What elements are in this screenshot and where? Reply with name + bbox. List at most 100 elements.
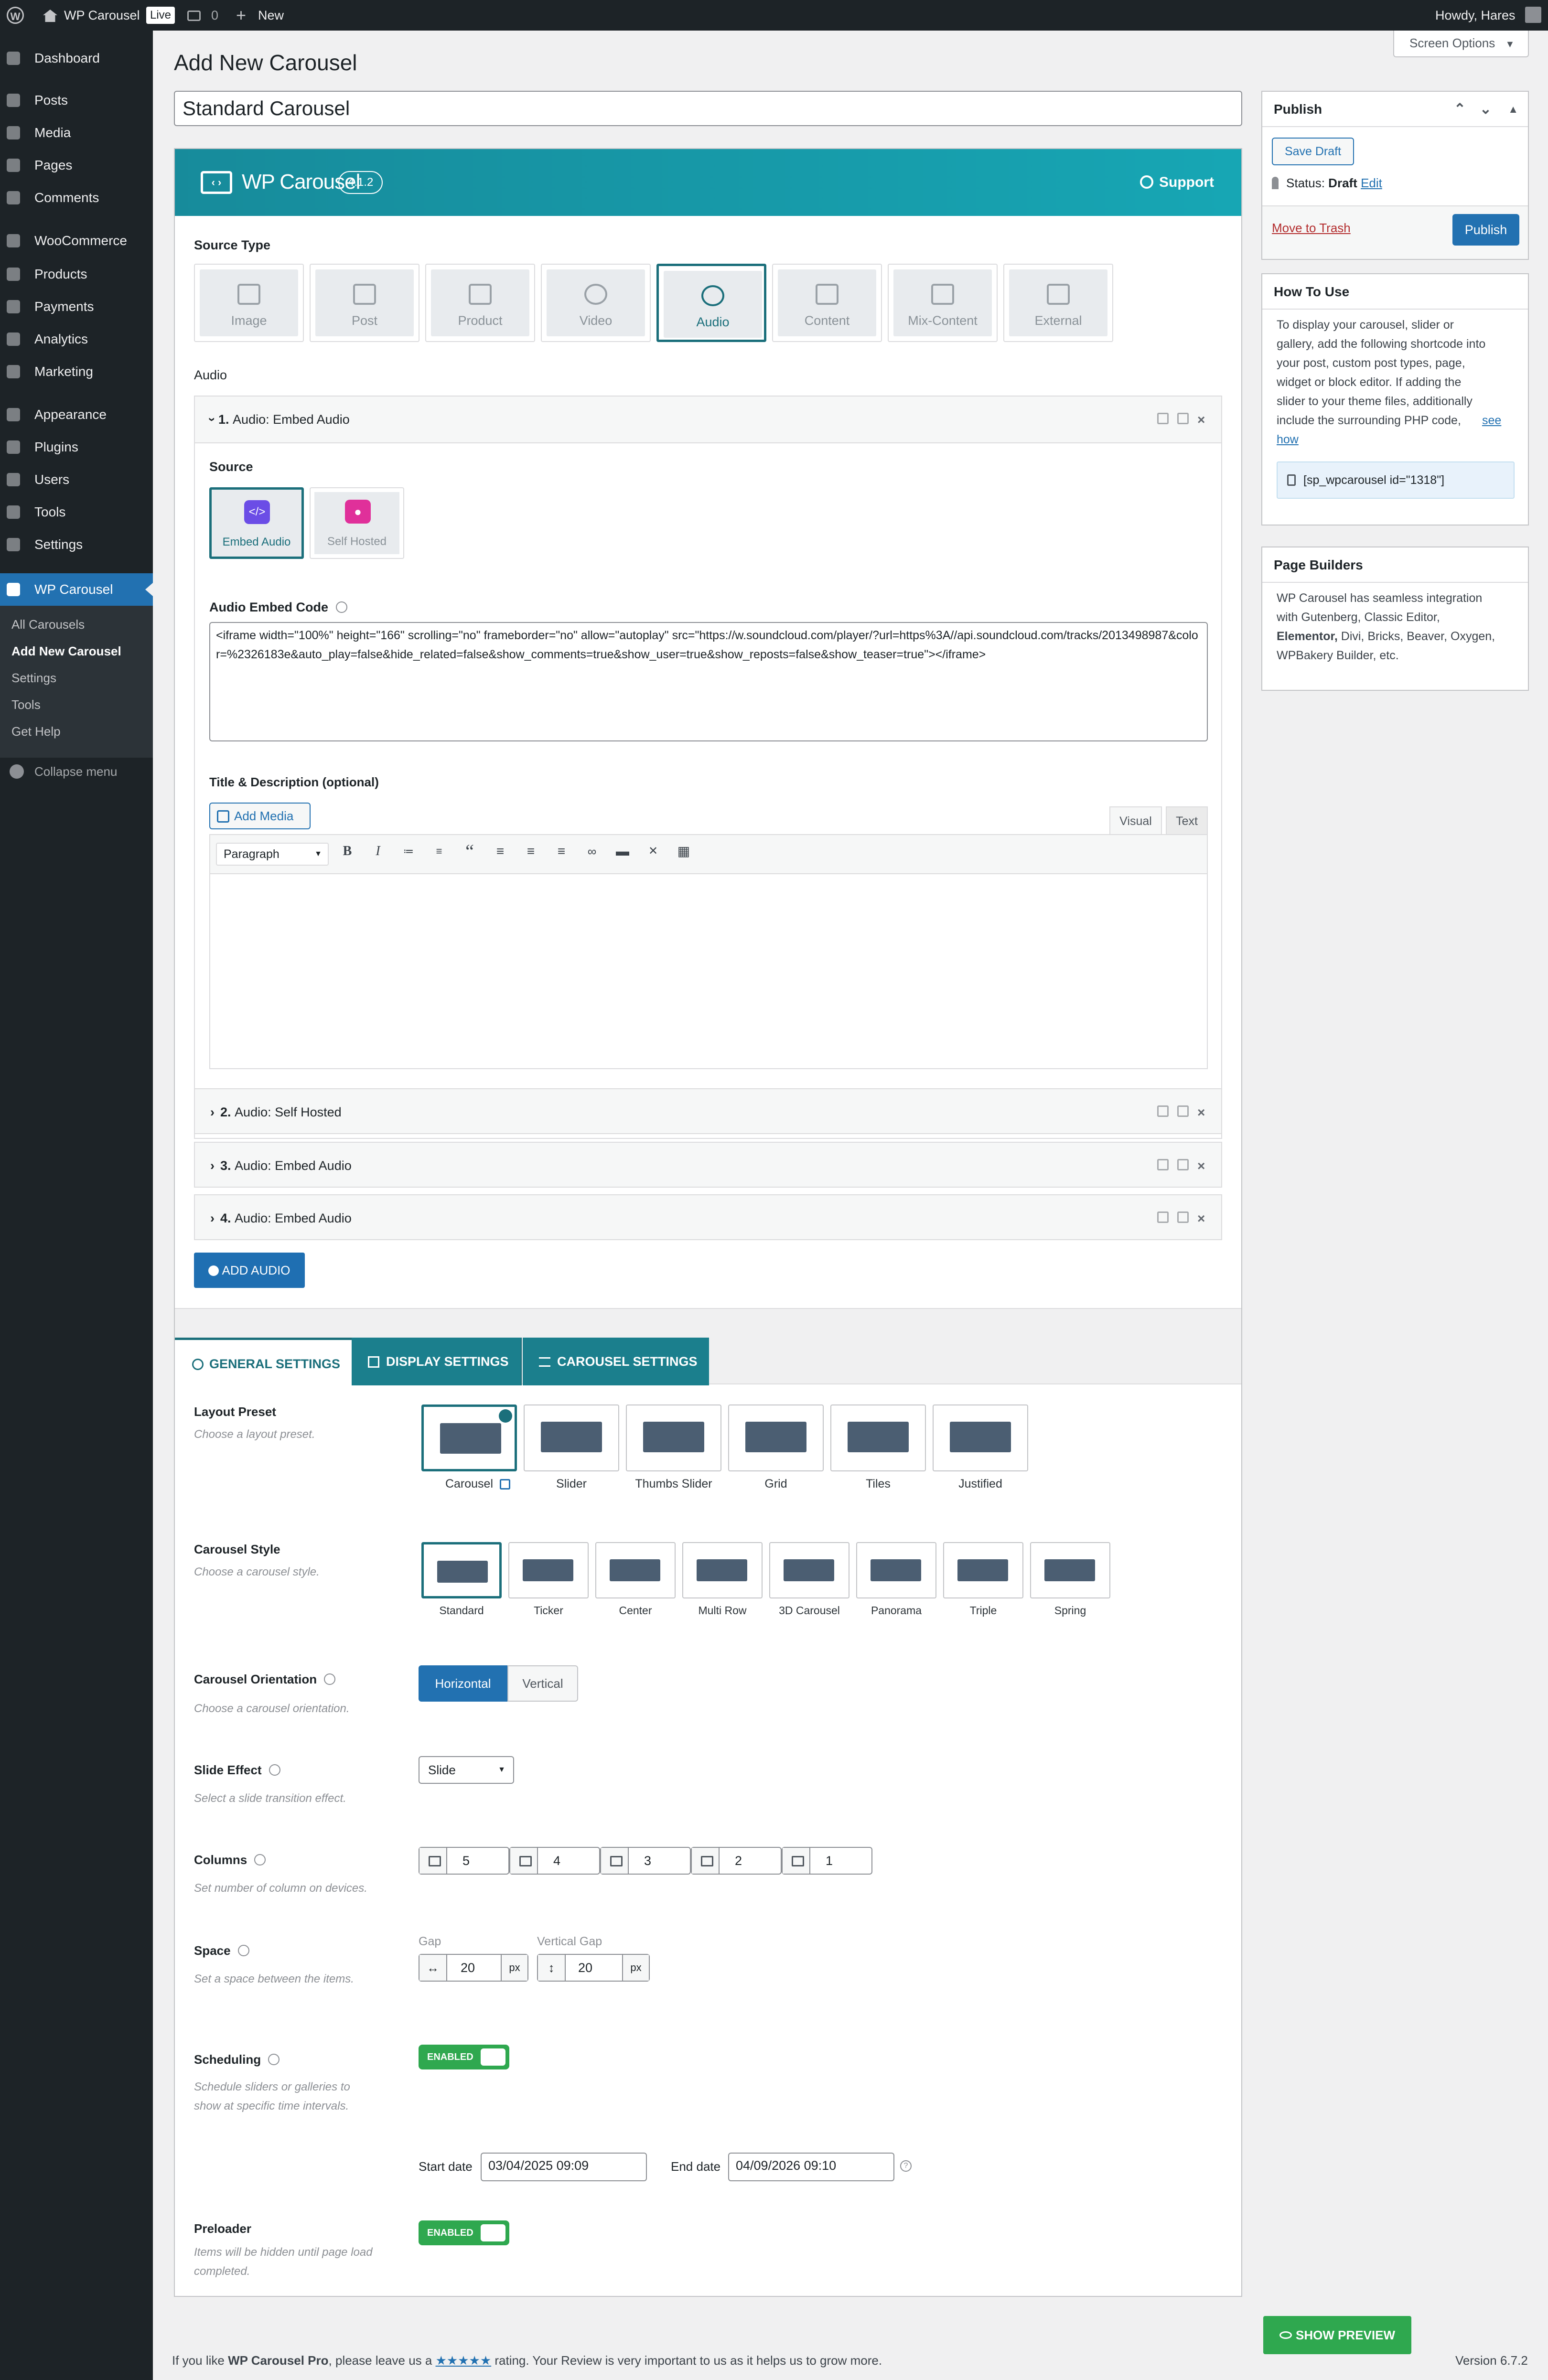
vertical-gap-input[interactable]: ↕ 20 px [537, 1954, 650, 1982]
scheduling-toggle[interactable]: ENABLED [419, 2045, 509, 2069]
sidebar-item-analytics[interactable]: Analytics [0, 323, 153, 355]
avatar[interactable] [1525, 7, 1541, 23]
layout-preset-grid[interactable] [728, 1404, 824, 1471]
home-icon[interactable] [43, 10, 57, 22]
sidebar-item-plugins[interactable]: Plugins [0, 431, 153, 463]
source-type-post[interactable]: Post [310, 264, 419, 342]
comment-icon[interactable] [187, 11, 201, 21]
clone-icon[interactable] [1177, 1105, 1189, 1117]
audio-item-4-header[interactable]: › 4. Audio: Embed Audio × [194, 1194, 1222, 1240]
remove-icon[interactable]: × [1197, 1212, 1209, 1225]
show-preview-button[interactable]: SHOW PREVIEW [1263, 2316, 1411, 2354]
audio-item-3-header[interactable]: › 3. Audio: Embed Audio × [194, 1142, 1222, 1188]
comments-count[interactable]: 0 [211, 0, 218, 31]
expand-icon[interactable] [1157, 1159, 1169, 1170]
sidebar-item-users[interactable]: Users [0, 463, 153, 496]
screen-options-button[interactable]: Screen Options ▼ [1393, 31, 1529, 57]
sidebar-item-media[interactable]: Media [0, 117, 153, 149]
move-down-icon[interactable]: ⌄ [1480, 92, 1492, 127]
publish-button[interactable]: Publish [1452, 214, 1519, 246]
save-draft-button[interactable]: Save Draft [1272, 138, 1354, 165]
clone-icon[interactable] [1177, 1159, 1189, 1170]
expand-icon[interactable] [1157, 1211, 1169, 1223]
submenu-tools[interactable]: Tools [11, 697, 41, 712]
columns-desktop[interactable]: 4 [509, 1847, 600, 1875]
support-link[interactable]: Support [1140, 171, 1214, 194]
link-icon[interactable]: ∞ [584, 843, 600, 859]
carousel-style-center[interactable] [595, 1542, 676, 1598]
add-audio-button[interactable]: ADD AUDIO [194, 1253, 305, 1288]
shortcode-box[interactable]: [sp_wpcarousel id="1318"] [1277, 461, 1515, 499]
source-type-mix-content[interactable]: Mix-Content [888, 264, 998, 342]
sidebar-item-products[interactable]: Products [0, 258, 153, 290]
bullet-list-icon[interactable]: ≔ [400, 843, 417, 859]
gap-input[interactable]: ↔ 20 px [419, 1954, 528, 1982]
audio-item-1-header[interactable]: ›1. Audio: Embed Audio × [194, 396, 1222, 443]
italic-icon[interactable]: I [370, 843, 386, 859]
tab-general-settings[interactable]: GENERAL SETTINGS [175, 1338, 352, 1385]
see-how-link[interactable]: see [1482, 414, 1501, 428]
clone-icon[interactable] [1177, 1211, 1189, 1223]
source-type-content[interactable]: Content [772, 264, 882, 342]
read-more-icon[interactable]: ▬ [614, 843, 631, 859]
end-date-input[interactable]: 04/09/2026 09:10 [728, 2153, 894, 2181]
source-embed-audio[interactable]: </> Embed Audio [209, 487, 304, 559]
columns-large-desktop[interactable]: 5 [419, 1847, 509, 1875]
carousel-style-spring[interactable] [1030, 1542, 1110, 1598]
move-up-icon[interactable]: ⌃ [1454, 92, 1466, 127]
new-content-link[interactable]: New [258, 0, 284, 31]
carousel-style-3d-carousel[interactable] [769, 1542, 849, 1598]
help-icon[interactable]: ? [900, 2160, 912, 2172]
orientation-horizontal[interactable]: Horizontal [419, 1665, 507, 1702]
bold-icon[interactable]: B [339, 843, 355, 859]
carousel-style-multi-row[interactable] [682, 1542, 763, 1598]
external-link-icon[interactable] [500, 1479, 510, 1490]
sidebar-item-wp-carousel[interactable]: WP Carousel [0, 573, 153, 606]
audio-item-2-header[interactable]: › 2. Audio: Self Hosted × [194, 1088, 1222, 1134]
wordpress-logo-icon[interactable]: W [7, 7, 24, 24]
submenu-all-carousels[interactable]: All Carousels [11, 617, 85, 632]
plus-icon[interactable]: + [236, 0, 246, 31]
columns-mobile[interactable]: 1 [782, 1847, 872, 1875]
source-type-video[interactable]: Video [541, 264, 651, 342]
orientation-vertical[interactable]: Vertical [507, 1665, 578, 1702]
layout-preset-tiles[interactable] [830, 1404, 926, 1471]
sidebar-item-marketing[interactable]: Marketing [0, 355, 153, 388]
submenu-get-help[interactable]: Get Help [11, 724, 61, 739]
submenu-add-new-carousel[interactable]: Add New Carousel [11, 644, 121, 659]
sidebar-item-appearance[interactable]: Appearance [0, 398, 153, 431]
source-type-product[interactable]: Product [425, 264, 535, 342]
sidebar-item-comments[interactable]: Comments [0, 182, 153, 214]
slide-effect-select[interactable]: Slide ▼ [419, 1756, 514, 1784]
blockquote-icon[interactable]: “ [462, 842, 478, 861]
see-how-link-2[interactable]: how [1277, 433, 1299, 447]
rating-stars-link[interactable]: ★★★★★ [436, 2353, 492, 2368]
layout-preset-thumbs-slider[interactable] [626, 1404, 721, 1471]
layout-preset-slider[interactable] [524, 1404, 619, 1471]
carousel-style-panorama[interactable] [856, 1542, 936, 1598]
columns-laptop[interactable]: 3 [600, 1847, 691, 1875]
preloader-toggle[interactable]: ENABLED [419, 2220, 509, 2245]
embed-code-textarea[interactable]: <iframe width="100%" height="166" scroll… [209, 622, 1208, 741]
tab-text[interactable]: Text [1166, 806, 1208, 835]
sidebar-item-dashboard[interactable]: Dashboard [0, 42, 153, 75]
source-type-audio[interactable]: Audio [656, 264, 766, 342]
source-type-external[interactable]: External [1003, 264, 1113, 342]
carousel-style-ticker[interactable] [508, 1542, 589, 1598]
copy-icon[interactable] [1287, 474, 1296, 486]
collapse-menu[interactable]: Collapse menu [0, 760, 153, 783]
expand-icon[interactable] [1157, 413, 1169, 424]
remove-icon[interactable]: × [1197, 413, 1209, 427]
toolbar-toggle-icon[interactable]: ▦ [676, 843, 692, 859]
fullscreen-icon[interactable]: ✕ [645, 843, 661, 859]
expand-icon[interactable] [1157, 1105, 1169, 1117]
howdy-user[interactable]: Howdy, Hares [1435, 0, 1516, 31]
columns-tablet[interactable]: 2 [691, 1847, 782, 1875]
layout-preset-justified[interactable] [933, 1404, 1028, 1471]
status-edit-link[interactable]: Edit [1361, 176, 1382, 190]
move-to-trash-link[interactable]: Move to Trash [1272, 221, 1351, 236]
remove-icon[interactable]: × [1197, 1159, 1209, 1173]
add-media-button[interactable]: Add Media [209, 803, 311, 829]
sidebar-item-woocommerce[interactable]: WooCommerce [0, 225, 153, 257]
sidebar-item-settings[interactable]: Settings [0, 528, 153, 561]
